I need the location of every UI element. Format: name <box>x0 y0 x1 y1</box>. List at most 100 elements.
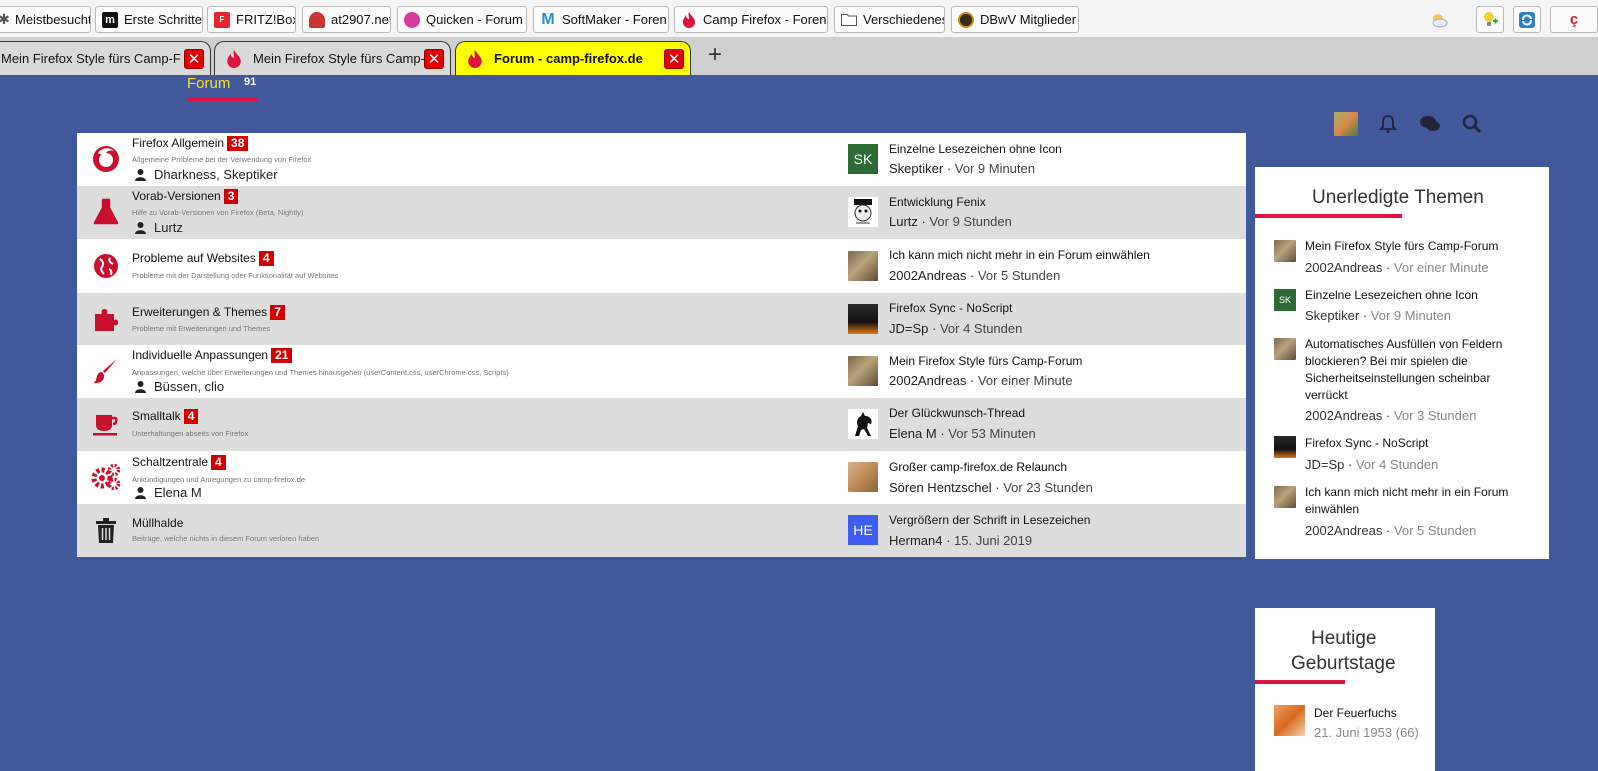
bookmark-dbwv[interactable]: DBwV Mitglieder <box>951 6 1079 33</box>
avatar[interactable] <box>1274 338 1296 360</box>
bookmark-at2907[interactable]: at2907.net <box>302 6 391 33</box>
flame-icon <box>227 49 241 68</box>
last-post-meta: JD=Sp · Vor 4 Stunden <box>889 321 1023 336</box>
avatar[interactable] <box>1274 436 1296 458</box>
bookmark-camp-firefox[interactable]: Camp Firefox - Foren <box>674 6 828 33</box>
softmaker-icon: M <box>541 10 555 28</box>
avatar[interactable] <box>1274 486 1296 508</box>
bookmark-softmaker[interactable]: M SoftMaker - Foren <box>533 6 669 33</box>
bookmark-fritzbox[interactable]: F FRITZ!Box <box>207 6 296 33</box>
avatar[interactable] <box>1274 705 1305 736</box>
user-avatar[interactable] <box>1334 112 1358 136</box>
forum-title[interactable]: Vorab-Versionen 3 <box>132 189 239 204</box>
folder-icon <box>841 12 857 28</box>
widget-title: Geburtstage <box>1291 653 1396 674</box>
forum-row-erweiterungen-themes[interactable]: Erweiterungen & Themes 7 Probleme mit Erw… <box>77 293 1246 345</box>
bookmark-erste-schritte[interactable]: m Erste Schritte <box>95 6 203 33</box>
tab-forum-active[interactable]: Forum - camp-firefox.de ✕ <box>455 41 691 75</box>
forum-title[interactable]: Müllhalde <box>132 516 183 530</box>
close-tab-icon[interactable]: ✕ <box>184 48 204 69</box>
forum-row-firefox-allgemein[interactable]: Firefox Allgemein 38 Allgemeine Probleme … <box>77 133 1246 186</box>
last-post-meta: 2002Andreas · Vor 5 Stunden <box>889 268 1061 283</box>
user-icon <box>135 380 146 393</box>
forum-row-schaltzentrale[interactable]: Schaltzentrale 4 Ankündigungen und Anregu… <box>77 451 1246 504</box>
quicken-icon <box>404 11 420 28</box>
forum-title[interactable]: Smalltalk 4 <box>132 409 199 424</box>
unread-badge: 4 <box>258 251 274 266</box>
nav-forum-count: 91 <box>244 76 257 88</box>
forum-title[interactable]: Probleme auf Websites 4 <box>132 251 274 266</box>
forum-row-muellhalde[interactable]: Müllhalde Beiträge, welche nichts in die… <box>77 504 1246 557</box>
last-post-title[interactable]: Firefox Sync - NoScript <box>889 301 1012 315</box>
widget-title: Unerledigte Themen <box>1312 187 1484 208</box>
forum-title[interactable]: Schaltzentrale 4 <box>132 455 226 470</box>
forum-title[interactable]: Firefox Allgemein 38 <box>132 136 249 151</box>
moderators: Dharkness, Skeptiker <box>135 167 278 182</box>
avatar[interactable] <box>848 304 878 334</box>
new-tab-button[interactable]: + <box>703 41 727 68</box>
last-post-title[interactable]: Vergrößern der Schrift in Lesezeichen <box>889 513 1090 527</box>
forum-description: Anpassungen, welche über Erweiterungen u… <box>132 368 509 377</box>
forum-description: Allgemeine Probleme bei der Verwendung v… <box>132 155 312 164</box>
last-post-meta: 2002Andreas · Vor einer Minute <box>889 373 1073 388</box>
avatar[interactable]: SK <box>848 144 878 174</box>
unread-badge: 7 <box>270 305 285 320</box>
close-tab-icon[interactable]: ✕ <box>664 48 684 69</box>
bookmark-meistbesucht[interactable]: ✱ Meistbesucht <box>0 6 91 33</box>
last-post-title[interactable]: Mein Firefox Style fürs Camp-Forum <box>889 354 1082 368</box>
forum-row-vorab-versionen[interactable]: Vorab-Versionen 3 Hilfe zu Vorab-Versione… <box>77 186 1246 239</box>
forum-description: Ankündigungen und Anregungen zu camp-fir… <box>132 475 306 484</box>
last-post-title[interactable]: Der Glückwunsch-Thread <box>889 406 1025 420</box>
last-post-title[interactable]: Einzelne Lesezeichen ohne Icon <box>889 142 1062 156</box>
mushroom-icon <box>309 11 325 28</box>
gears-icon <box>91 462 121 492</box>
unread-badge: 4 <box>183 409 199 424</box>
user-icon <box>135 486 146 499</box>
last-post-title[interactable]: Ich kann mich nicht mehr in ein Forum ei… <box>889 248 1150 262</box>
forum-description: Probleme mit Erweiterungen und Themes <box>132 324 271 333</box>
puzzle-icon <box>91 304 121 334</box>
weather-icon[interactable] <box>1425 6 1453 33</box>
avatar[interactable] <box>848 356 878 386</box>
close-tab-icon[interactable]: ✕ <box>424 48 444 69</box>
lightbulb-icon[interactable] <box>1476 6 1504 33</box>
forum-description: Probleme mit der Darstellung oder Funkti… <box>132 271 339 280</box>
sync-icon[interactable] <box>1513 6 1541 33</box>
widget-title: Heutige <box>1311 628 1377 649</box>
conversations-icon[interactable] <box>1418 112 1442 136</box>
nav-forum-link[interactable]: Forum <box>187 75 230 92</box>
avatar[interactable] <box>848 251 878 281</box>
unread-badge: 4 <box>211 455 226 470</box>
avatar[interactable] <box>1274 240 1296 262</box>
forum-row-smalltalk[interactable]: Smalltalk 4 Unterhaltungen abseits von Fi… <box>77 398 1246 451</box>
last-post-title[interactable]: Entwicklung Fenix <box>889 195 986 209</box>
fritz-icon: F <box>214 11 230 28</box>
forum-row-probleme-websites[interactable]: Probleme auf Websites 4 Probleme mit der … <box>77 239 1246 293</box>
last-post-title[interactable]: Großer camp-firefox.de Relaunch <box>889 460 1067 474</box>
forum-title[interactable]: Erweiterungen & Themes 7 <box>132 305 285 320</box>
avatar[interactable] <box>848 462 878 492</box>
title-underline <box>1255 214 1402 218</box>
avatar[interactable] <box>848 197 878 227</box>
bell-icon[interactable] <box>1376 112 1400 136</box>
tab-style-2[interactable]: Mein Firefox Style fürs Camp-F ✕ <box>214 41 451 75</box>
forum-row-individuelle-anpassungen[interactable]: Individuelle Anpassungen 21 Anpassungen, … <box>77 345 1246 398</box>
avatar[interactable] <box>848 409 878 439</box>
bookmark-quicken[interactable]: Quicken - Forum <box>397 6 527 33</box>
star-icon: ✱ <box>0 11 10 28</box>
avatar[interactable]: HE <box>848 515 878 545</box>
tab-style-1[interactable]: Mein Firefox Style fürs Camp-F ✕ <box>0 41 211 75</box>
bookmark-verschiedenes[interactable]: Verschiedenes <box>834 6 945 33</box>
coffee-icon <box>91 410 121 440</box>
last-post-meta: Lurtz · Vor 9 Stunden <box>889 214 1012 229</box>
flask-icon <box>91 197 121 227</box>
avatar[interactable]: SK <box>1274 289 1296 311</box>
forum-title[interactable]: Individuelle Anpassungen 21 <box>132 348 293 363</box>
m-logo-icon: m <box>102 11 118 28</box>
addon-icon[interactable]: ç <box>1550 6 1598 33</box>
moderators: Büssen, clio <box>135 379 224 394</box>
search-icon[interactable] <box>1460 112 1484 136</box>
dbwv-icon <box>958 11 974 28</box>
brush-icon <box>91 356 121 386</box>
forum-description: Hilfe zu Vorab-Versionen von Firefox (Be… <box>132 208 304 217</box>
